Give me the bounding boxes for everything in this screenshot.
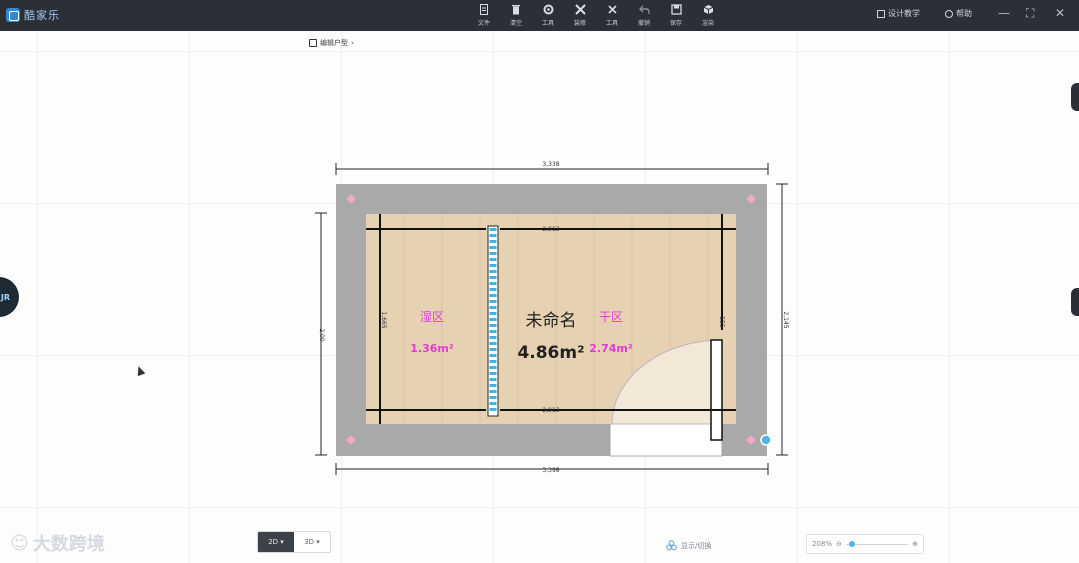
dim-inner-right: 555 <box>718 316 725 328</box>
wet-zone-area: 1.36m² <box>410 342 454 355</box>
dim-top: 3,338 <box>542 161 559 168</box>
dim-bottom: 3,398 <box>542 467 559 474</box>
selection-handle[interactable] <box>760 434 772 446</box>
dim-inner-top: 2,913 <box>542 226 559 233</box>
room-area: 4.86m² <box>517 343 584 363</box>
dry-zone-name[interactable]: 干区 <box>599 310 623 324</box>
zoom-in-icon[interactable]: ⊕ <box>912 540 918 548</box>
view-2d-button[interactable]: 2D ▾ <box>258 532 294 552</box>
watermark: ☺ 大数跨境 <box>10 532 105 556</box>
watermark-logo-icon: ☺ <box>10 532 29 554</box>
zoom-control: 208% ⊖ ⊕ <box>806 534 924 554</box>
zoom-level: 208% <box>812 540 833 548</box>
wet-zone-name[interactable]: 湿区 <box>420 309 444 324</box>
floor-plan[interactable]: 3,338 3,398 2,00 2,145 2,913 2,913 1,665… <box>0 0 1079 563</box>
zoom-out-icon[interactable]: ⊖ <box>836 540 842 548</box>
dim-inner-left: 1,665 <box>380 311 387 328</box>
dry-zone-area: 2.74m² <box>589 342 633 355</box>
zoom-slider[interactable] <box>845 540 909 547</box>
dim-left: 2,00 <box>318 328 325 342</box>
zoom-slider-knob[interactable] <box>849 540 855 547</box>
room-name[interactable]: 未命名 <box>526 311 577 331</box>
view-3d-button[interactable]: 3D ▾ <box>294 532 330 552</box>
dim-inner-bottom: 2,913 <box>542 407 559 414</box>
view-toggle: 2D ▾ 3D ▾ <box>257 531 331 553</box>
display-toggle[interactable]: 显示/切换 <box>666 540 711 551</box>
nodes-icon <box>666 540 677 551</box>
door-leaf[interactable] <box>710 339 723 441</box>
door-opening[interactable] <box>609 423 723 457</box>
dim-right: 2,145 <box>782 311 789 328</box>
